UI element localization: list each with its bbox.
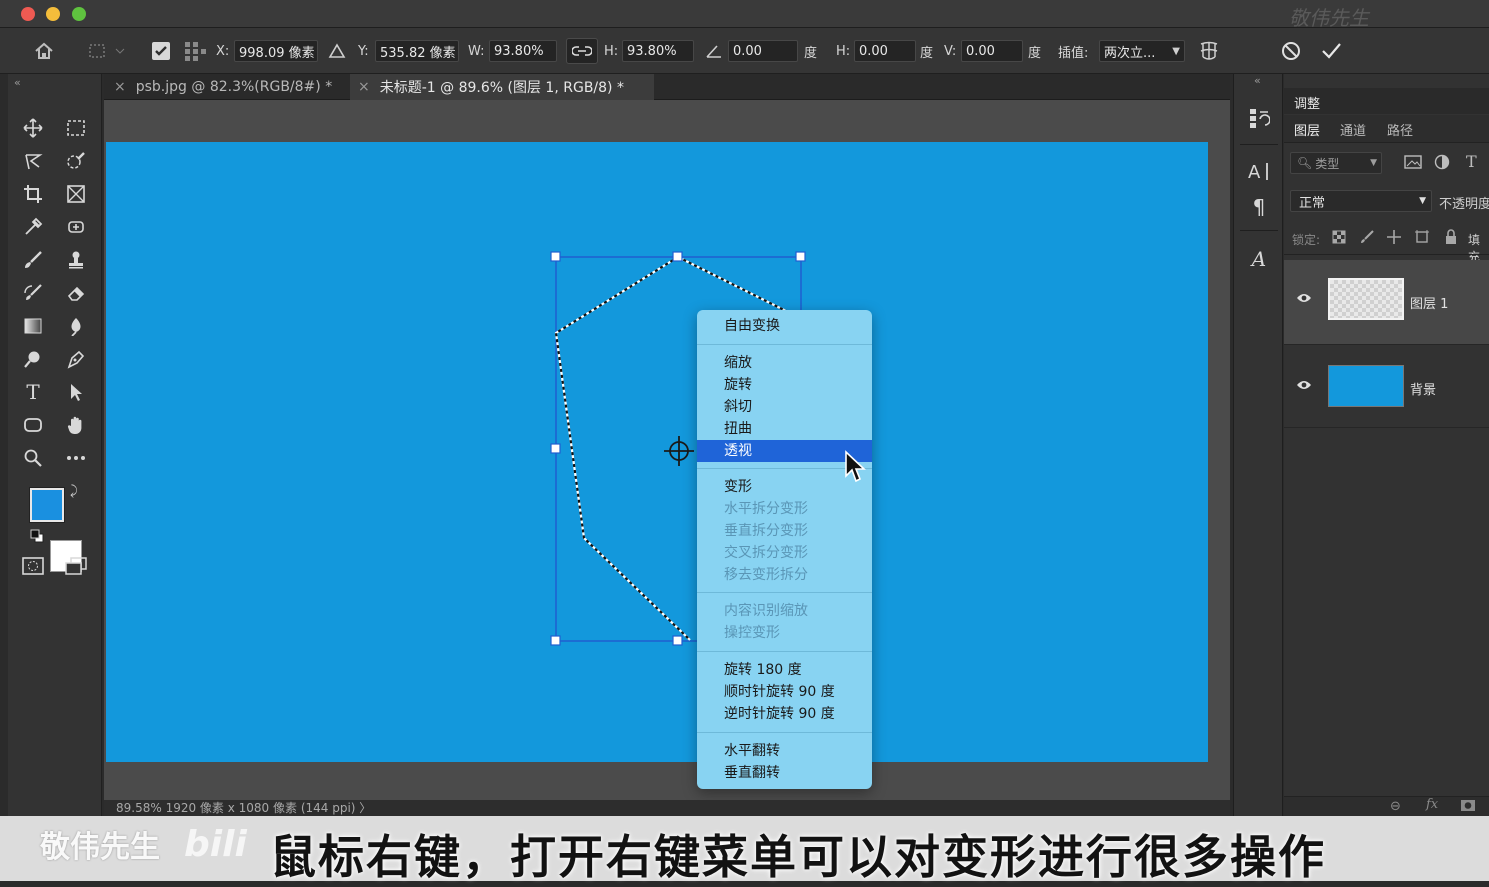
collapse-panels-icon[interactable]: «	[1254, 74, 1261, 87]
panel-icon-strip: « A ¶ A	[1233, 74, 1283, 816]
tab-adjustments[interactable]: 调整	[1294, 93, 1320, 112]
lock-position-icon[interactable]	[1386, 229, 1402, 249]
menu-item-split-warp-crosswise: 交叉拆分变形	[724, 545, 808, 561]
layer-row-background[interactable]: 背景	[1284, 344, 1489, 428]
menu-separator	[697, 592, 872, 593]
brand-watermark: 敬伟先生	[40, 830, 160, 865]
blend-mode-value: 正常	[1299, 195, 1326, 211]
menu-separator	[697, 344, 872, 345]
layer-name[interactable]: 背景	[1410, 379, 1436, 398]
menu-item-free-transform[interactable]: 自由变换	[697, 315, 872, 337]
menu-separator	[697, 651, 872, 652]
reference-point-crosshair-icon	[664, 436, 694, 466]
tab-paths[interactable]: 路径	[1387, 120, 1413, 139]
video-subtitle: 鼠标右键，打开右键菜单可以对变形进行很多操作	[270, 830, 1326, 884]
menu-item-rotate-180[interactable]: 旋转 180 度	[697, 659, 872, 681]
lock-transparent-pixels-icon[interactable]	[1332, 230, 1346, 248]
tab-layers[interactable]: 图层	[1294, 120, 1320, 139]
opacity-label: 不透明度	[1439, 197, 1489, 212]
layer-thumbnail	[1328, 365, 1404, 407]
filter-pixel-layer-icon[interactable]	[1404, 154, 1422, 174]
lock-all-icon[interactable]	[1444, 229, 1458, 249]
menu-item-distort[interactable]: 扭曲	[697, 418, 872, 440]
history-panel-icon[interactable]	[1244, 104, 1274, 134]
glyphs-panel-icon[interactable]: A	[1244, 244, 1274, 274]
search-icon: 🔍︎	[1297, 156, 1313, 170]
transform-handle-bottom-left	[550, 635, 561, 646]
bilibili-logo: bili	[184, 824, 247, 865]
menu-separator	[697, 732, 872, 733]
transform-context-menu: 自由变换 缩放 旋转 斜切 扭曲 透视 变形 水平拆分变形 垂直拆分变形 交叉拆…	[697, 310, 872, 789]
menu-item-rotate[interactable]: 旋转	[697, 374, 872, 396]
menu-item-puppet-warp: 操控变形	[724, 625, 780, 641]
menu-item-scale[interactable]: 缩放	[697, 352, 872, 374]
status-bar: 89.58% 1920 像素 x 1080 像素 (144 ppi) 〉	[104, 800, 1230, 816]
layers-panel: 调整 图层 通道 路径 🔍︎ 类型 ▼ T 正常 ▼ 不透明度 锁定: 填充 图…	[1284, 74, 1489, 816]
menu-item-rotate-90-ccw[interactable]: 逆时针旋转 90 度	[697, 703, 872, 725]
transform-handle-top-center	[672, 251, 683, 262]
menu-item-flip-vertical[interactable]: 垂直翻转	[697, 762, 872, 784]
lock-label: 锁定:	[1292, 233, 1321, 247]
menu-item-split-warp-vertical: 垂直拆分变形	[724, 523, 808, 539]
transform-handle-top-left	[550, 251, 561, 262]
layer-filter-select[interactable]: 🔍︎ 类型 ▼	[1290, 152, 1382, 174]
chevron-down-icon: ▼	[1419, 196, 1426, 206]
character-panel-icon[interactable]: A	[1244, 156, 1274, 186]
tab-channels[interactable]: 通道	[1340, 120, 1366, 139]
transform-handle-top-right	[795, 251, 806, 262]
layer-row-layer-1[interactable]: 图层 1	[1284, 260, 1489, 344]
link-layers-icon[interactable]: ⊖	[1390, 799, 1401, 814]
menu-item-remove-warp-split: 移去变形拆分	[724, 567, 808, 583]
chevron-down-icon: ▼	[1370, 158, 1377, 168]
menu-item-skew[interactable]: 斜切	[697, 396, 872, 418]
filter-type-layer-icon[interactable]: T	[1466, 152, 1477, 171]
menu-item-flip-horizontal[interactable]: 水平翻转	[697, 740, 872, 762]
transform-handle-middle-left	[550, 443, 561, 454]
eye-visibility-icon[interactable]	[1296, 379, 1312, 395]
lock-image-pixels-icon[interactable]	[1360, 230, 1374, 248]
mouse-cursor-icon	[845, 450, 866, 483]
lock-artboard-icon[interactable]	[1414, 229, 1430, 249]
blend-mode-select[interactable]: 正常 ▼	[1290, 190, 1432, 212]
layer-filter-value: 类型	[1315, 156, 1340, 171]
eye-visibility-icon[interactable]	[1296, 292, 1312, 308]
layer-effects-icon[interactable]: fx	[1426, 797, 1438, 812]
transform-handle-bottom-center	[672, 635, 683, 646]
paragraph-panel-icon[interactable]: ¶	[1244, 192, 1274, 222]
layer-thumbnail	[1328, 278, 1404, 320]
layer-name[interactable]: 图层 1	[1410, 293, 1448, 312]
add-mask-icon[interactable]	[1460, 799, 1476, 816]
svg-text:A: A	[1248, 162, 1261, 182]
menu-item-split-warp-horizontal: 水平拆分变形	[724, 501, 808, 517]
menu-item-content-aware-scale: 内容识别缩放	[724, 603, 808, 619]
menu-item-rotate-90-cw[interactable]: 顺时针旋转 90 度	[697, 681, 872, 703]
filter-adjustment-layer-icon[interactable]	[1434, 154, 1450, 174]
